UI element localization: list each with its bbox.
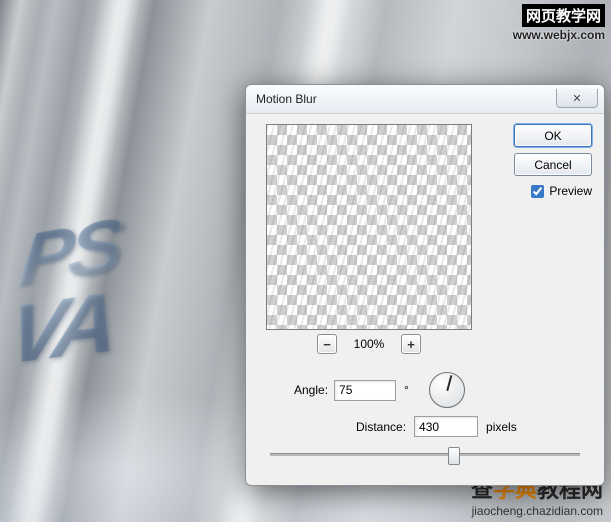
watermark-bottom-url: jiaocheng.chazidian.com xyxy=(471,504,603,518)
watermark-top: 网页教学网 www.webjx.com xyxy=(513,4,605,42)
slider-track xyxy=(270,453,580,456)
distance-unit: pixels xyxy=(486,420,517,434)
distance-row: Distance: 430 pixels xyxy=(356,416,517,437)
distance-input[interactable]: 430 xyxy=(414,416,478,437)
angle-label: Angle: xyxy=(294,383,328,397)
angle-dial-needle xyxy=(446,375,452,391)
motion-blur-dialog: Motion Blur ✕ − 100% + OK Cancel xyxy=(245,84,605,486)
angle-dial[interactable] xyxy=(429,372,465,408)
dialog-titlebar[interactable]: Motion Blur ✕ xyxy=(246,85,604,114)
preview-blur-streaks xyxy=(267,125,471,329)
zoom-controls: − 100% + xyxy=(266,334,472,354)
dialog-title: Motion Blur xyxy=(256,92,317,106)
zoom-in-button[interactable]: + xyxy=(401,334,421,354)
preview-checkbox-label: Preview xyxy=(549,184,592,198)
distance-label: Distance: xyxy=(356,420,406,434)
ok-button[interactable]: OK xyxy=(514,124,592,147)
close-icon: ✕ xyxy=(572,92,581,105)
distance-value: 430 xyxy=(419,420,439,434)
close-button[interactable]: ✕ xyxy=(556,89,598,108)
preview-checkbox[interactable] xyxy=(531,185,544,198)
dialog-body: − 100% + OK Cancel Preview Angle: 75 ° xyxy=(246,114,604,486)
degree-symbol: ° xyxy=(404,383,409,397)
zoom-percent: 100% xyxy=(349,337,389,351)
plus-icon: + xyxy=(407,338,415,351)
zoom-out-button[interactable]: − xyxy=(317,334,337,354)
preview-checkbox-row[interactable]: Preview xyxy=(531,184,592,198)
distance-slider[interactable] xyxy=(270,444,580,464)
angle-value: 75 xyxy=(339,383,352,397)
angle-input[interactable]: 75 xyxy=(334,380,396,401)
minus-icon: − xyxy=(323,338,331,351)
preview-thumbnail[interactable] xyxy=(266,124,472,330)
watermark-top-url: www.webjx.com xyxy=(513,28,605,42)
cancel-button[interactable]: Cancel xyxy=(514,153,592,176)
cancel-button-label: Cancel xyxy=(534,158,571,172)
dialog-side-buttons: OK Cancel xyxy=(514,124,592,176)
slider-thumb[interactable] xyxy=(448,447,460,465)
ok-button-label: OK xyxy=(544,129,561,143)
angle-row: Angle: 75 ° xyxy=(294,372,465,408)
watermark-top-cn: 网页教学网 xyxy=(522,4,605,27)
